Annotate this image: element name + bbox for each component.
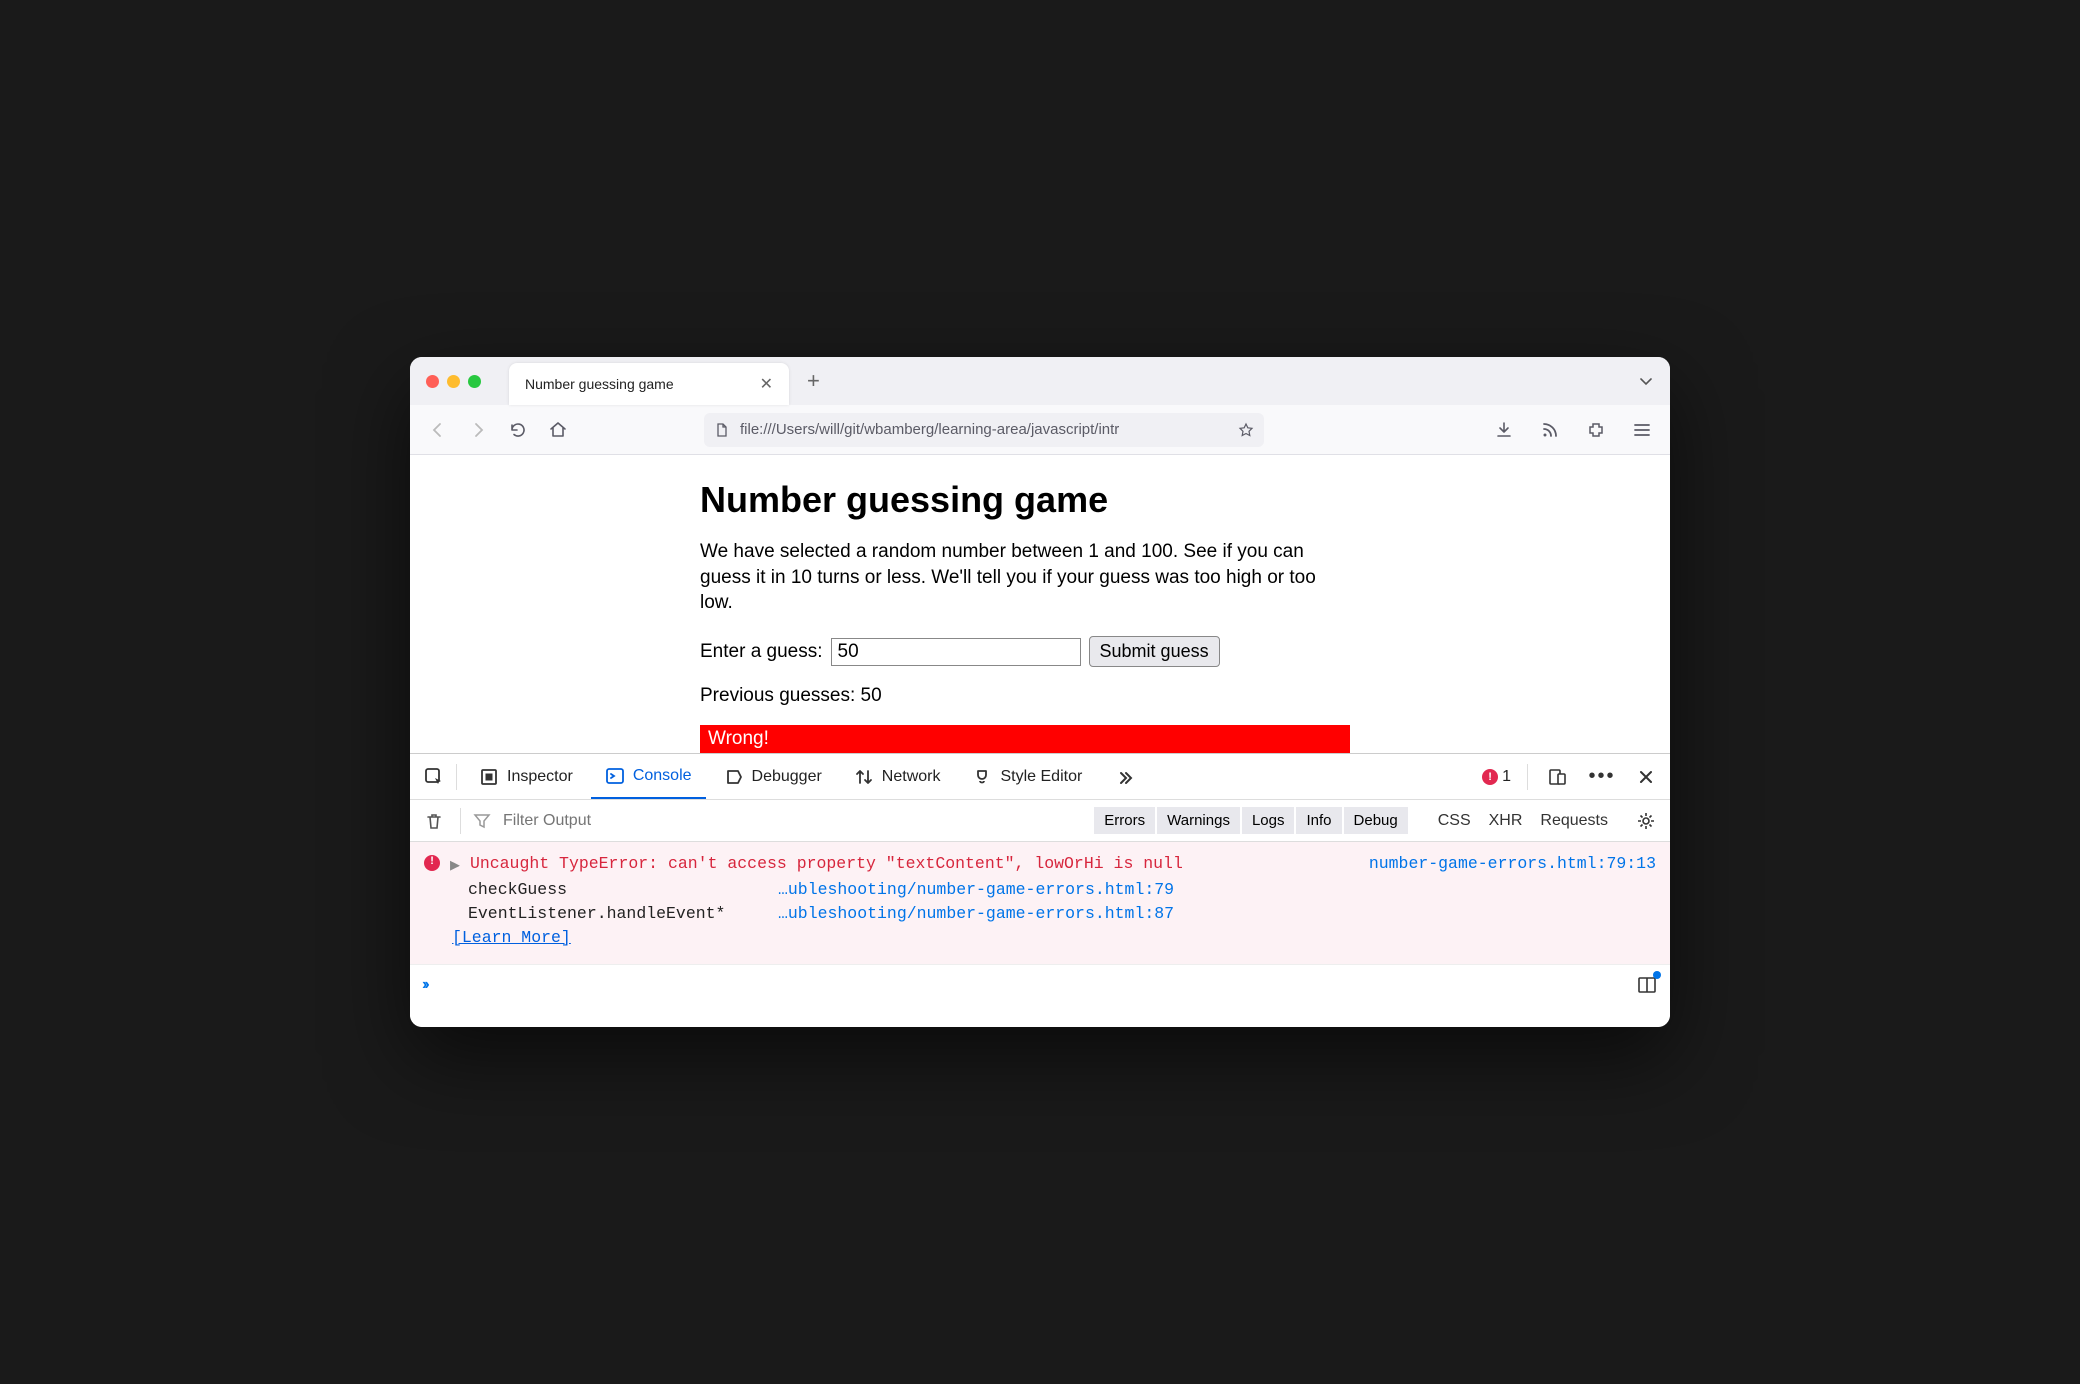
window-maximize-button[interactable] (468, 375, 481, 388)
filter-icon (473, 812, 491, 830)
submit-guess-button[interactable]: Submit guess (1089, 636, 1220, 667)
window-minimize-button[interactable] (447, 375, 460, 388)
back-button[interactable] (424, 416, 452, 444)
stack-trace: checkGuess …ubleshooting/number-game-err… (468, 878, 1656, 926)
console-toolbar: Errors Warnings Logs Info Debug CSS XHR … (410, 800, 1670, 842)
traffic-lights (426, 375, 481, 388)
guess-form: Enter a guess: Submit guess (700, 636, 1350, 667)
page-viewport: Number guessing game We have selected a … (410, 455, 1670, 753)
reload-button[interactable] (504, 416, 532, 444)
pill-debug[interactable]: Debug (1344, 807, 1408, 834)
extensions-button[interactable] (1582, 416, 1610, 444)
error-message: Uncaught TypeError: can't access propert… (470, 852, 1359, 876)
url-bar[interactable]: file:///Users/will/git/wbamberg/learning… (704, 413, 1264, 447)
tab-overflow-button[interactable] (1638, 373, 1654, 389)
tab-style-editor[interactable]: Style Editor (958, 754, 1096, 799)
filter-pills: Errors Warnings Logs Info Debug (1094, 807, 1407, 834)
tab-debugger[interactable]: Debugger (710, 754, 836, 799)
tab-overflow[interactable] (1100, 754, 1148, 799)
filter-xhr[interactable]: XHR (1489, 812, 1523, 830)
stack-frame: EventListener.handleEvent* …ubleshooting… (468, 902, 1656, 926)
tab-close-button[interactable]: ✕ (760, 374, 773, 394)
filter-requests[interactable]: Requests (1540, 812, 1608, 830)
file-icon (714, 422, 730, 438)
forward-button[interactable] (464, 416, 492, 444)
feed-icon[interactable] (1536, 416, 1564, 444)
console-output: ! ▶ Uncaught TypeError: can't access pro… (410, 842, 1670, 965)
page-description: We have selected a random number between… (700, 539, 1350, 616)
devtools-panel: Inspector Console Debugger Network Style… (410, 753, 1670, 1005)
console-input[interactable]: ›› (410, 965, 1670, 1005)
split-console-icon[interactable] (1636, 974, 1658, 996)
stack-frame: checkGuess …ubleshooting/number-game-err… (468, 878, 1656, 902)
downloads-button[interactable] (1490, 416, 1518, 444)
title-bar: Number guessing game ✕ + (410, 357, 1670, 405)
pill-info[interactable]: Info (1296, 807, 1341, 834)
error-icon: ! (424, 855, 440, 871)
responsive-mode-icon[interactable] (1544, 763, 1572, 791)
tab-title: Number guessing game (525, 376, 674, 392)
bookmark-star-icon[interactable] (1238, 422, 1254, 438)
pill-logs[interactable]: Logs (1242, 807, 1295, 834)
window-close-button[interactable] (426, 375, 439, 388)
devtools-tab-bar: Inspector Console Debugger Network Style… (410, 754, 1670, 800)
browser-window: Number guessing game ✕ + file:///Users/w… (410, 357, 1670, 1027)
learn-more-link[interactable]: [Learn More] (452, 926, 1656, 950)
filter-css[interactable]: CSS (1438, 812, 1471, 830)
tab-console[interactable]: Console (591, 754, 706, 799)
element-picker-icon[interactable] (420, 763, 448, 791)
url-text: file:///Users/will/git/wbamberg/learning… (740, 421, 1228, 438)
guess-input[interactable] (831, 638, 1081, 666)
error-icon: ! (1482, 769, 1498, 785)
previous-guesses: Previous guesses: 50 (700, 685, 1350, 707)
new-tab-button[interactable]: + (807, 368, 820, 394)
home-button[interactable] (544, 416, 572, 444)
stack-source-link[interactable]: …ubleshooting/number-game-errors.html:87 (778, 902, 1174, 926)
devtools-close-button[interactable] (1632, 763, 1660, 791)
disclosure-triangle[interactable]: ▶ (450, 854, 460, 878)
filter-input[interactable] (503, 812, 710, 830)
page-heading: Number guessing game (700, 479, 1350, 521)
guess-label: Enter a guess: (700, 641, 823, 663)
devtools-menu-icon[interactable]: ••• (1588, 763, 1616, 791)
clear-console-icon[interactable] (420, 807, 448, 835)
error-source-link[interactable]: number-game-errors.html:79:13 (1369, 852, 1656, 876)
result-banner: Wrong! (700, 725, 1350, 753)
console-settings-icon[interactable] (1632, 807, 1660, 835)
tab-inspector[interactable]: Inspector (465, 754, 587, 799)
tab-network[interactable]: Network (840, 754, 955, 799)
browser-tab[interactable]: Number guessing game ✕ (509, 363, 789, 405)
error-count-badge[interactable]: ! 1 (1482, 768, 1511, 786)
navigation-toolbar: file:///Users/will/git/wbamberg/learning… (410, 405, 1670, 455)
pill-errors[interactable]: Errors (1094, 807, 1155, 834)
app-menu-button[interactable] (1628, 416, 1656, 444)
pill-warnings[interactable]: Warnings (1157, 807, 1240, 834)
stack-source-link[interactable]: …ubleshooting/number-game-errors.html:79 (778, 878, 1174, 902)
console-prompt-icon: ›› (422, 976, 427, 994)
